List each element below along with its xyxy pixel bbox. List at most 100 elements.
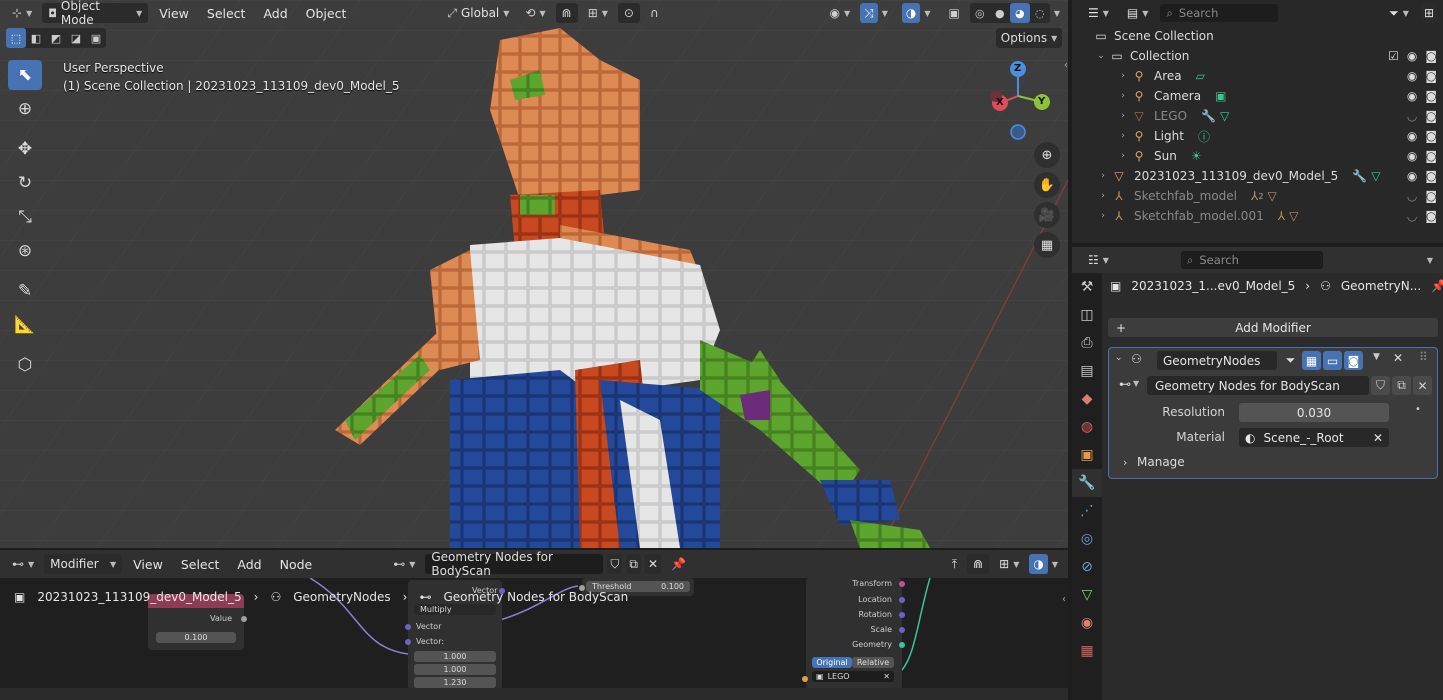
render-tab-icon[interactable]: ◫ (1072, 301, 1102, 329)
display-mode-button[interactable]: ▤ ▼ (1121, 3, 1155, 23)
parent-tree-icon[interactable]: ⤒ (946, 554, 963, 574)
duplicate-icon[interactable]: ⧉ (626, 554, 641, 574)
eye-closed-icon[interactable]: ◡ (1407, 209, 1417, 223)
outliner-search[interactable]: ⌕ Search (1160, 4, 1279, 22)
snap-toggle[interactable]: ⋒ (555, 3, 578, 23)
measure-tool-icon[interactable]: 📐 (8, 310, 42, 340)
eye-icon[interactable]: ◉ (1407, 69, 1417, 83)
geometry-socket[interactable] (899, 642, 905, 648)
node-group-browse-icon[interactable]: ⊷ (1119, 377, 1131, 391)
node-group-name-field[interactable]: Geometry Nodes for BodyScan (425, 550, 604, 578)
drag-handle-icon[interactable]: ⠿ (1419, 350, 1428, 364)
editor-type-button[interactable]: ☰ ▼ (1082, 3, 1115, 23)
eye-closed-icon[interactable]: ◡ (1407, 109, 1417, 123)
proportional-edit-toggle[interactable]: ⊙ (617, 3, 640, 23)
sidebar-toggle-icon[interactable]: ‹ (1062, 594, 1066, 605)
eye-icon[interactable]: ◉ (1407, 89, 1417, 103)
outliner-scene-collection[interactable]: ▭ Scene Collection (1072, 26, 1443, 46)
resolution-field[interactable]: 0.030 (1239, 403, 1389, 422)
eye-icon[interactable]: ◉ (1407, 49, 1417, 63)
checkbox-icon[interactable]: ☑ (1388, 49, 1399, 63)
falloff-dropdown[interactable]: ∩ (644, 3, 665, 23)
camera-icon[interactable]: ◙ (1425, 189, 1437, 203)
move-tool-icon[interactable]: ✥ (8, 134, 42, 164)
node-group-field[interactable]: Geometry Nodes for BodyScan (1147, 376, 1369, 395)
world-tab-icon[interactable]: ◍ (1072, 413, 1102, 441)
select-extend-icon[interactable]: ◧ (26, 28, 46, 48)
menu-select[interactable]: Select (200, 6, 253, 21)
perspective-grid-icon[interactable]: ▦ (1034, 232, 1060, 258)
outliner-item-lego[interactable]: › ▽ LEGO 🔧 ▽ ◡ ◙ (1072, 106, 1443, 126)
outliner-item-model[interactable]: › ▽ 20231023_113109_dev0_Model_5 🔧 ▽ ◉ ◙ (1072, 166, 1443, 186)
select-box-tool-icon[interactable]: ⬉ (8, 60, 42, 90)
object-input-socket[interactable] (802, 676, 808, 682)
menu-view[interactable]: View (152, 6, 196, 21)
pin-icon[interactable]: 📌 (1431, 279, 1443, 293)
editor-type-button[interactable]: ⊷ ▼ (6, 554, 40, 574)
eye-closed-icon[interactable]: ◡ (1407, 189, 1417, 203)
select-intersect-icon[interactable]: ▣ (86, 28, 106, 48)
outliner-item-sketchfab[interactable]: › ⅄ Sketchfab_model ⅄ 2 ▽ ◡ ◙ (1072, 186, 1443, 206)
value-output-socket[interactable] (241, 616, 247, 622)
camera-icon[interactable]: ◙ (1425, 89, 1437, 103)
orientation-dropdown[interactable]: ⤢ Global ▼ (441, 3, 515, 23)
select-subtract-icon[interactable]: ◩ (46, 28, 66, 48)
annotate-tool-icon[interactable]: ✎ (8, 276, 42, 306)
scale-socket[interactable] (899, 627, 905, 633)
menu-add[interactable]: Add (256, 6, 294, 21)
modifier-wrench-tab-icon[interactable]: 🔧 (1072, 469, 1102, 497)
visibility-dropdown[interactable]: ◉ ▼ (823, 3, 856, 23)
select-invert-icon[interactable]: ◪ (66, 28, 86, 48)
camera-icon[interactable]: ◙ (1425, 149, 1437, 163)
vector-input-a-socket[interactable] (405, 624, 411, 630)
object-tab-icon[interactable]: ▣ (1072, 441, 1102, 469)
menu-node[interactable]: Node (273, 557, 320, 572)
menu-select[interactable]: Select (174, 557, 227, 572)
pivot-dropdown[interactable]: ⟲ ▼ (519, 3, 551, 23)
menu-object[interactable]: Object (299, 6, 354, 21)
eye-icon[interactable]: ◉ (1407, 129, 1417, 143)
physics-tab-icon[interactable]: ◎ (1072, 525, 1102, 553)
expand-chevron-icon[interactable]: › (1116, 71, 1130, 81)
node-tree-type-dropdown[interactable]: Modifier ▼ (44, 554, 123, 574)
scale-tool-icon[interactable]: ⤡ (8, 202, 42, 232)
chevron-down-icon[interactable]: ▼ (1052, 560, 1058, 569)
rendered-shading-icon[interactable]: ◌ (1030, 3, 1050, 23)
add-modifier-button[interactable]: + Add Modifier (1108, 318, 1438, 337)
remove-modifier-x-icon[interactable]: ✕ (1393, 351, 1403, 365)
transform-socket[interactable] (899, 581, 905, 587)
vector-y-field[interactable]: 1.000 (414, 664, 496, 675)
expand-chevron-icon[interactable]: ⌄ (1094, 51, 1108, 61)
outliner-collection[interactable]: ⌄ ▭ Collection ☑ ◉ ◙ (1072, 46, 1443, 66)
pan-hand-icon[interactable]: ✋ (1034, 172, 1060, 198)
filter-dropdown[interactable]: ⏷ ▼ (1383, 3, 1415, 23)
expand-chevron-icon[interactable]: › (1116, 111, 1130, 121)
rotation-socket[interactable] (899, 612, 905, 618)
output-tab-icon[interactable]: ⎙ (1072, 329, 1102, 357)
chevron-down-icon[interactable]: ▼ (1133, 379, 1139, 388)
clear-icon[interactable]: ✕ (883, 672, 894, 681)
zoom-icon[interactable]: ⊕ (1034, 142, 1060, 168)
editor-type-button[interactable]: ⊹ ▼ (6, 3, 38, 23)
scene-tab-icon[interactable]: ◆ (1072, 385, 1102, 413)
snap-element-dropdown[interactable]: ⊞ ▼ (993, 554, 1025, 574)
outliner-item-sun[interactable]: › ⚲ Sun ☀ ◉ ◙ (1072, 146, 1443, 166)
duplicate-icon[interactable]: ⧉ (1392, 376, 1411, 395)
editor-type-button[interactable]: ☷ ▼ (1082, 250, 1115, 270)
options-dropdown[interactable]: Options ▼ (996, 28, 1062, 48)
eye-icon[interactable]: ◉ (1407, 169, 1417, 183)
camera-icon[interactable]: ◙ (1425, 49, 1437, 63)
properties-search[interactable]: ⌕ Search (1180, 251, 1323, 269)
snap-magnet-icon[interactable]: ⋒ (967, 554, 990, 574)
cursor-tool-icon[interactable]: ⊕ (8, 94, 42, 124)
cage-toggle-icon[interactable]: ▦ (1302, 351, 1321, 370)
gizmo-toggle[interactable]: ⤨ (860, 3, 878, 23)
texture-tab-icon[interactable]: ▦ (1072, 637, 1102, 665)
add-cube-tool-icon[interactable]: ⬡ (8, 350, 42, 380)
keyframe-dot-icon[interactable]: • (1415, 404, 1421, 415)
eye-icon[interactable]: ◉ (1407, 149, 1417, 163)
expand-chevron-icon[interactable]: › (1096, 191, 1110, 201)
vector-x-field[interactable]: 1.000 (414, 651, 496, 662)
mode-dropdown[interactable]: ◘ Object Mode ▼ (42, 0, 149, 27)
outliner-item-light[interactable]: › ⚲ Light ⓘ ◉ ◙ (1072, 126, 1443, 146)
